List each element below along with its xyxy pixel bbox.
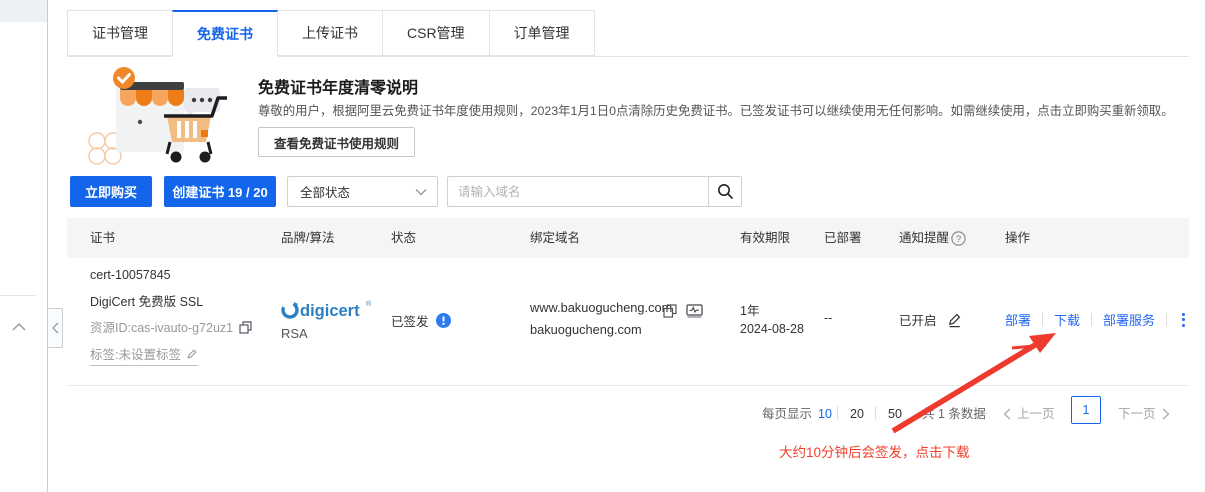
sidebar-collapse-handle[interactable] [47,308,63,348]
tab-order-management[interactable]: 订单管理 [489,10,595,56]
page-size-10[interactable]: 10 [818,404,832,424]
search-icon [717,183,734,200]
cert-name: DigiCert 免费版 SSL [90,291,203,310]
domain-monitor-icon[interactable] [686,304,703,323]
table-row: cert-10057845 DigiCert 免费版 SSL 资源ID:cas-… [67,258,1189,386]
copy-icon[interactable] [239,321,252,334]
domain-secondary: bakuogucheng.com [530,322,642,337]
validity-period: 1年 [740,300,759,319]
actions-cell: 部署 下载 部署服务 [1005,310,1189,329]
col-actions: 操作 [1005,218,1030,258]
prev-page-button[interactable]: 上一页 [1003,404,1055,424]
tab-bar: 证书管理 免费证书 上传证书 CSR管理 订单管理 [67,10,1189,57]
next-page-button[interactable]: 下一页 [1118,404,1170,424]
total-count: 共 1 条数据 [922,404,986,424]
banner-title: 免费证书年度清零说明 [258,74,418,98]
status-text: 已签发 [391,311,429,330]
copy-domains-icon[interactable] [663,304,677,323]
create-cert-button[interactable]: 创建证书 19 / 20 [164,176,276,207]
search-button[interactable] [708,177,741,206]
domain-search-input[interactable] [448,177,708,206]
col-status: 状态 [391,218,416,258]
col-cert: 证书 [90,218,115,258]
svg-text:®: ® [366,300,372,308]
per-page-label: 每页显示 [762,404,812,424]
table-header: 证书 品牌/算法 状态 绑定域名 有效期限 已部署 通知提醒 ? 操作 [67,218,1189,258]
free-cert-console: 证书管理 免费证书 上传证书 CSR管理 订单管理 [0,0,1205,492]
view-rules-button[interactable]: 查看免费证书使用规则 [258,127,415,157]
tab-cert-management[interactable]: 证书管理 [67,10,173,56]
notification-help-icon[interactable]: ? [951,231,966,251]
notification-status: 已开启 [899,310,937,329]
deployed-value: -- [824,311,832,325]
status-cell: 已签发 [391,311,451,330]
tag-line: 标签:未设置标签 [90,344,198,366]
page-size-50[interactable]: 50 [888,404,902,424]
tab-free-cert[interactable]: 免费证书 [172,10,278,57]
action-separator [1042,313,1043,326]
page-size-20[interactable]: 20 [850,404,864,424]
sidebar-remnant [0,0,47,22]
chevron-down-icon [415,188,427,196]
rail-divider [0,295,36,296]
status-filter-select[interactable]: 全部状态 [287,176,438,207]
tab-upload-cert[interactable]: 上传证书 [277,10,383,56]
edit-notification-icon[interactable] [947,312,962,328]
chevron-left-icon [52,322,59,334]
digicert-logo: digicert ® [281,298,376,327]
chevron-left-icon [1003,408,1011,420]
chevron-right-icon [1162,408,1170,420]
col-notification: 通知提醒 [899,218,949,258]
promo-illustration [84,62,236,171]
info-icon[interactable] [436,313,451,328]
tab-csr-management[interactable]: CSR管理 [382,10,490,56]
resource-id: 资源ID:cas-ivauto-g72uz1 [90,317,252,336]
notification-cell: 已开启 [899,310,962,329]
svg-text:?: ? [956,234,961,245]
col-validity: 有效期限 [740,218,790,258]
annotation-text: 大约10分钟后会签发，点击下载 [779,441,970,461]
domain-search-box [447,176,742,207]
edit-tag-icon[interactable] [186,348,198,360]
sidebar-divider [47,0,48,492]
domain-primary: www.bakuogucheng.com [530,300,672,315]
pagination-separator [837,406,838,420]
cert-id: cert-10057845 [90,268,171,282]
col-deployed: 已部署 [824,218,862,258]
download-link[interactable]: 下载 [1054,310,1080,329]
deploy-link[interactable]: 部署 [1005,310,1031,329]
col-domain: 绑定域名 [530,218,580,258]
action-separator [1166,313,1167,326]
current-page-button[interactable]: 1 [1071,396,1101,424]
action-separator [1091,313,1092,326]
expire-date: 2024-08-28 [740,322,804,336]
status-filter-value: 全部状态 [300,182,415,201]
col-brand-algo: 品牌/算法 [281,218,334,258]
pagination-separator [875,406,876,420]
algorithm: RSA [281,326,308,341]
banner-description: 尊敬的用户，根据阿里云免费证书年度使用规则，2023年1月1日0点清除历史免费证… [258,101,1174,119]
svg-text:digicert: digicert [300,302,360,320]
buy-now-button[interactable]: 立即购买 [70,176,152,207]
chevron-up-icon[interactable] [12,318,26,336]
deploy-service-link[interactable]: 部署服务 [1103,310,1155,329]
more-actions-icon[interactable] [1178,311,1189,329]
